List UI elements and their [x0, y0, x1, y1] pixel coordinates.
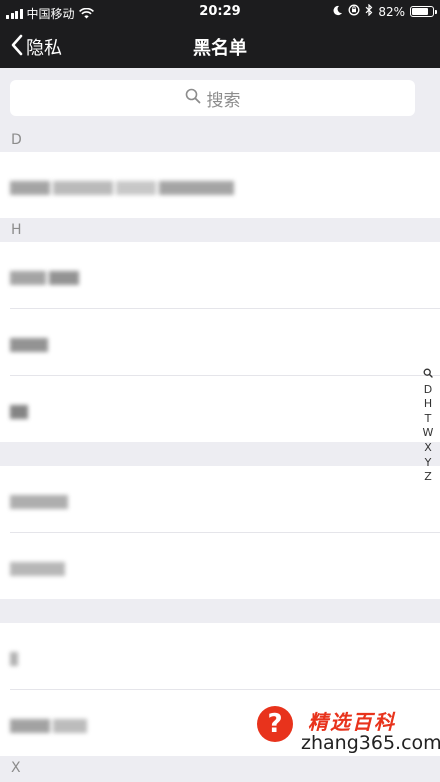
blurred-contact-name: [10, 715, 90, 734]
blurred-contact-name: [10, 334, 51, 353]
search-placeholder: 搜索: [206, 90, 241, 111]
blurred-contact-name: [10, 648, 21, 667]
watermark-logo: ?: [257, 706, 293, 742]
index-letter[interactable]: H: [424, 397, 432, 412]
list-item[interactable]: [0, 623, 440, 690]
bluetooth-icon: [365, 3, 373, 19]
search-area: 搜索: [0, 68, 440, 128]
section-header-h: H: [0, 218, 440, 242]
section-header: [0, 599, 440, 623]
index-letter[interactable]: W: [423, 426, 434, 441]
watermark: ? 精选百科 zhang365.com: [255, 702, 440, 766]
list-item[interactable]: [0, 242, 440, 309]
status-bar: 中国移动 20:29 82%: [0, 0, 440, 24]
blacklist-contact-list: D H X: [0, 128, 440, 780]
watermark-url: zhang365.com: [301, 732, 440, 754]
moon-icon: [332, 5, 343, 19]
blurred-contact-name: [10, 491, 71, 510]
blurred-contact-name: [10, 558, 68, 577]
battery-icon: [410, 6, 437, 17]
alphabet-index[interactable]: D H T W X Y Z: [420, 368, 436, 485]
page-title: 黑名单: [193, 38, 247, 59]
watermark-title: 精选百科: [308, 710, 396, 734]
blurred-contact-name: [10, 401, 31, 420]
index-letter[interactable]: T: [425, 412, 432, 427]
list-item[interactable]: [0, 152, 440, 218]
blurred-contact-name: [10, 267, 82, 286]
section-header-d: D: [0, 128, 440, 152]
section-header: [0, 442, 440, 466]
list-item[interactable]: [0, 533, 440, 599]
search-input[interactable]: 搜索: [10, 80, 415, 116]
search-icon: [185, 88, 207, 109]
index-letter[interactable]: X: [424, 441, 432, 456]
rotation-lock-icon: [348, 4, 360, 19]
blurred-contact-name: [10, 177, 237, 196]
index-letter[interactable]: Z: [424, 470, 432, 485]
nav-bar: 隐私 黑名单: [0, 24, 440, 68]
battery-percent: 82%: [378, 4, 405, 19]
list-item[interactable]: [0, 376, 440, 442]
index-letter[interactable]: Y: [425, 456, 432, 471]
list-item[interactable]: [0, 466, 440, 533]
index-letter[interactable]: D: [424, 383, 432, 398]
list-item[interactable]: [0, 309, 440, 376]
index-search-icon[interactable]: [423, 368, 433, 383]
